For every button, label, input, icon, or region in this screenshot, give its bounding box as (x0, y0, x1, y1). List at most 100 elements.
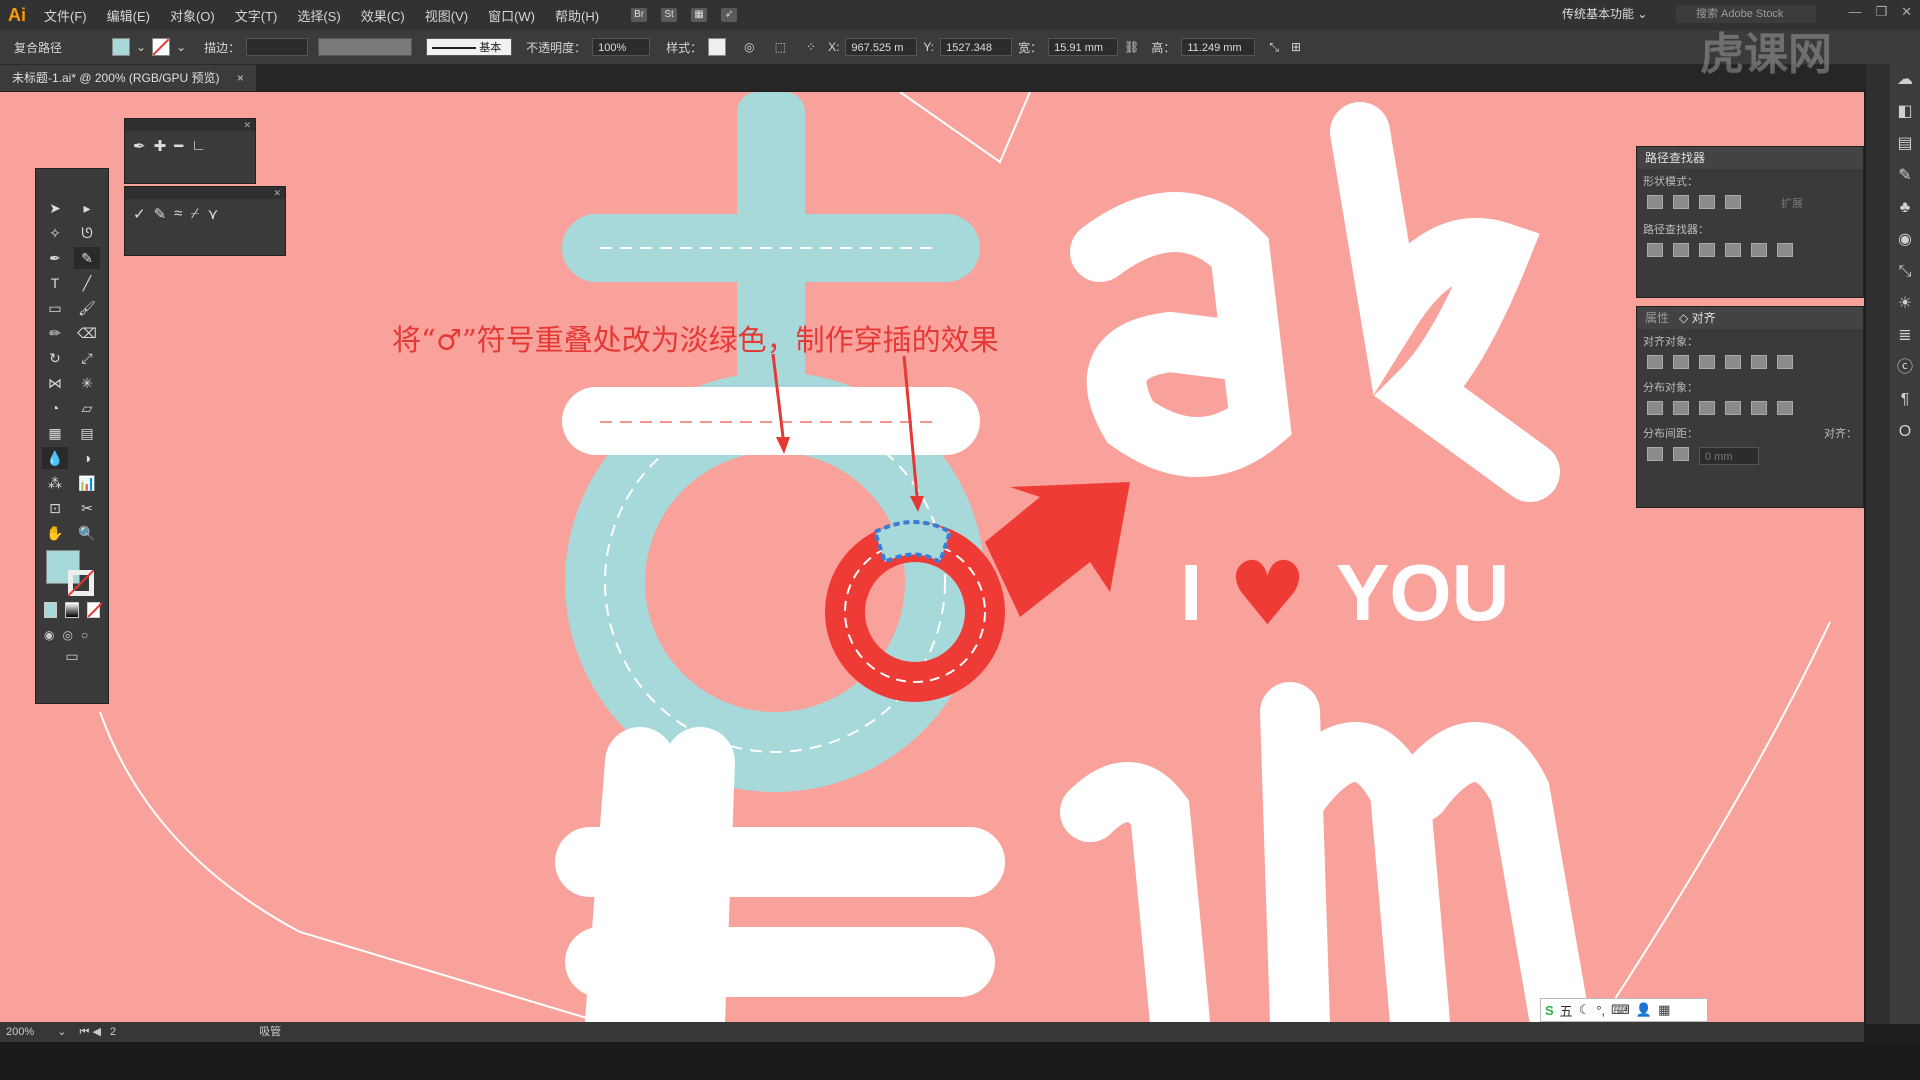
hand-icon[interactable]: ✋ (42, 522, 68, 544)
flyout-close-icon[interactable]: ✕ (125, 187, 285, 199)
pen-tool-icon[interactable]: ✒ (42, 247, 68, 269)
magic-wand-icon[interactable]: ✧ (42, 222, 68, 244)
exclude-icon[interactable] (1725, 195, 1741, 209)
document-tab[interactable]: 未标题-1.ai* @ 200% (RGB/GPU 预览) × (0, 65, 256, 91)
transform-icon[interactable]: ⤡ (1269, 40, 1279, 55)
x-field[interactable]: 967.525 m (845, 38, 918, 56)
paragraph-icon[interactable]: ¶ (1890, 384, 1920, 416)
user-icon[interactable]: 👤 (1636, 1002, 1652, 1018)
dist-right-icon[interactable] (1777, 401, 1793, 415)
stroke-color-swatch[interactable] (152, 38, 171, 56)
keyboard-icon[interactable]: ⌨ (1611, 1002, 1630, 1018)
link-icon[interactable]: ⛓ (1124, 40, 1139, 54)
crop-icon[interactable] (1725, 243, 1741, 257)
stroke-weight-field[interactable] (246, 38, 309, 56)
zoom-icon[interactable]: 🔍 (74, 522, 100, 544)
grid-icon[interactable]: ▦ (1658, 1002, 1670, 1018)
outline-icon[interactable] (1751, 243, 1767, 257)
eraser-icon[interactable]: ⌫ (74, 322, 100, 344)
brushes-icon[interactable]: ✎ (1890, 160, 1920, 192)
draw-behind-icon[interactable]: ◎ (62, 628, 72, 642)
artboard-icon[interactable]: ⊡ (42, 497, 68, 519)
slice-icon[interactable]: ✂ (74, 497, 100, 519)
first-page-icon[interactable]: ⏮ (79, 1026, 89, 1038)
align-top-icon[interactable] (1725, 355, 1741, 369)
gradient-icon[interactable]: ▤ (74, 422, 100, 444)
y-field[interactable]: 1527.348 (940, 38, 1013, 56)
chevron-down-icon[interactable]: ⌄ (176, 40, 186, 54)
pencil-icon[interactable]: ✏ (42, 322, 68, 344)
bridge-icon[interactable]: Br (631, 8, 648, 22)
lasso-icon[interactable]: ᘎ (74, 222, 100, 244)
menu-window[interactable]: 窗口(W) (478, 6, 545, 25)
rotate-icon[interactable]: ↻ (42, 347, 68, 369)
eyedropper-icon[interactable]: 💧 (42, 447, 68, 469)
anchor-point-icon[interactable]: ∟ (191, 137, 206, 155)
swatches-icon[interactable]: ▤ (1890, 128, 1920, 160)
tab-align[interactable]: ◇ 对齐 (1679, 311, 1716, 325)
stroke-profile-select[interactable]: 基本 (426, 38, 513, 56)
minus-front-icon[interactable] (1673, 195, 1689, 209)
curvature-tool-icon[interactable]: ✎ (74, 247, 100, 269)
minimize-icon[interactable]: — (1848, 4, 1861, 20)
flyout-close-icon[interactable]: ✕ (125, 119, 255, 131)
screen-mode-icon[interactable]: ▭ (36, 648, 108, 665)
trim-icon[interactable] (1673, 243, 1689, 257)
menu-object[interactable]: 对象(O) (160, 6, 225, 25)
draw-normal-icon[interactable]: ◉ (44, 628, 54, 642)
mesh-icon[interactable]: ▦ (42, 422, 68, 444)
canvas-scrollbar[interactable] (1866, 64, 1890, 1024)
dist-vcenter-icon[interactable] (1673, 401, 1689, 415)
opentype-icon[interactable]: O (1890, 416, 1920, 448)
restore-icon[interactable]: ❐ (1875, 4, 1887, 20)
stock-icon[interactable]: St (661, 8, 678, 22)
height-field[interactable]: 11.249 mm (1181, 38, 1256, 56)
rectangle-tool-icon[interactable]: ▭ (42, 297, 68, 319)
menu-select[interactable]: 选择(S) (287, 6, 350, 25)
path-eraser-icon[interactable]: ⌿ (190, 205, 199, 223)
opacity-field[interactable]: 100% (592, 38, 651, 56)
puppet-warp-icon[interactable]: ✳ (74, 372, 100, 394)
menu-type[interactable]: 文字(T) (225, 6, 288, 25)
align-vcenter-icon[interactable] (1751, 355, 1767, 369)
ime-mode[interactable]: 五 (1560, 1001, 1573, 1020)
width-field[interactable]: 15.91 mm (1048, 38, 1119, 56)
moon-icon[interactable]: ☾ (1579, 1002, 1591, 1018)
dist-top-icon[interactable] (1647, 401, 1663, 415)
tab-close-icon[interactable]: × (237, 71, 244, 85)
layout-icon[interactable]: ▦ (691, 8, 708, 22)
dist-hcenter-icon[interactable] (1751, 401, 1767, 415)
delete-anchor-icon[interactable]: ━ (174, 137, 183, 155)
prev-page-icon[interactable]: ◀ (92, 1026, 100, 1038)
chevron-down-icon[interactable]: ⌄ (136, 40, 146, 54)
pen-icon[interactable]: ✒ (133, 137, 146, 155)
direct-selection-tool-icon[interactable]: ▸ (74, 197, 100, 219)
line-tool-icon[interactable]: ╱ (74, 272, 100, 294)
align-left-icon[interactable] (1647, 355, 1663, 369)
unite-icon[interactable] (1647, 195, 1663, 209)
color-icon[interactable]: ◉ (1890, 224, 1920, 256)
appearance-icon[interactable]: ☀ (1890, 288, 1920, 320)
chevron-down-icon[interactable]: ⌄ (57, 1026, 66, 1038)
gradient-mode-icon[interactable] (65, 602, 79, 618)
graph-icon[interactable]: 📊 (74, 472, 100, 494)
dist-bottom-icon[interactable] (1699, 401, 1715, 415)
zoom-field[interactable]: 200% (6, 1026, 34, 1038)
width-tool-icon[interactable]: ⋈ (42, 372, 68, 394)
selection-tool-icon[interactable]: ➤ (42, 197, 68, 219)
shape-builder-icon[interactable]: ◔ (42, 397, 68, 419)
color-mode-icon[interactable] (44, 602, 58, 618)
intersect-icon[interactable] (1699, 195, 1715, 209)
libraries-icon[interactable]: ☁ (1890, 64, 1920, 96)
rocket-icon[interactable]: ➶ (721, 8, 738, 22)
add-anchor-icon[interactable]: ✚ (154, 137, 167, 155)
style-swatch[interactable] (708, 38, 727, 56)
transform-grid-icon[interactable]: ⁘ (806, 40, 816, 54)
tab-properties[interactable]: 属性 (1645, 311, 1669, 325)
paintbrush-icon[interactable]: 🖌 (74, 297, 100, 319)
menu-effect[interactable]: 效果(C) (351, 6, 415, 25)
symbol-sprayer-icon[interactable]: ⁂ (42, 472, 68, 494)
menu-file[interactable]: 文件(F) (34, 6, 97, 25)
join-icon[interactable]: ⋎ (207, 205, 218, 223)
menu-help[interactable]: 帮助(H) (545, 6, 609, 25)
